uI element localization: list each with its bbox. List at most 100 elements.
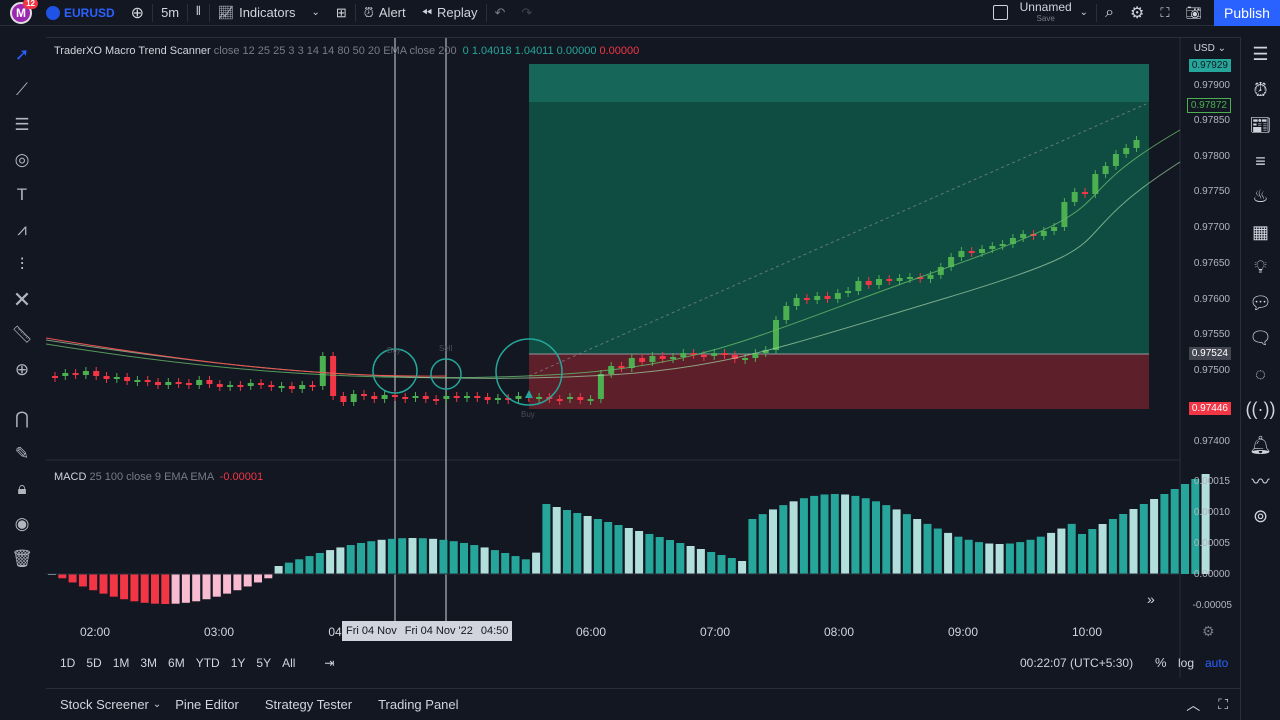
alerts-clock-icon[interactable]: ⏰︎ [1247,73,1275,109]
collapse-panel-icon[interactable]: ︿ [1186,695,1200,715]
snapshot-button[interactable]: 📷︎ [1177,0,1210,26]
chevron-down-icon[interactable]: ⌄ [153,699,161,710]
clock-timezone[interactable]: 00:22:07 (UTC+5:30) [1020,656,1133,670]
alert-button[interactable]: ⏰︎ Alert [356,0,414,26]
log-toggle[interactable]: log [1178,656,1194,670]
redo-button[interactable]: ↷ [513,0,540,26]
candle-body [979,249,985,253]
indicators-button[interactable]: 📈︎ Indicators [210,0,304,26]
tab-trading-panel[interactable]: Trading Panel [378,697,458,712]
user-avatar[interactable]: M 12 [10,0,38,24]
macd-histogram-bar [1047,532,1056,574]
macd-histogram-bar [841,494,850,574]
streams-icon[interactable]: ((·)) [1246,392,1276,428]
macd-histogram-bar [635,531,644,574]
macd-histogram-bar [408,538,417,574]
draw-mode-icon[interactable]: ✎ [8,436,36,471]
chart-area[interactable]: TraderXO Macro Trend Scanner close 12 25… [46,37,1240,678]
magnet-icon[interactable]: ⋂ [8,401,36,436]
tab-pine-editor[interactable]: Pine Editor [175,697,239,712]
trend-chart-icon[interactable]: 〰 [1247,463,1275,499]
chart-canvas[interactable] [46,38,1240,678]
news-icon[interactable]: 📰︎ [1247,108,1275,144]
messages-icon[interactable]: 🗨︎ [1247,321,1275,357]
signals-icon[interactable]: ◌ [1247,357,1275,393]
candle-body [958,251,965,257]
candle-body [886,279,893,281]
zoom-in-icon[interactable]: ⊕ [8,352,36,387]
maximize-panel-icon[interactable]: ⛶ [1218,696,1228,713]
auto-toggle[interactable]: auto [1205,656,1228,670]
candle-body [52,376,58,378]
search-button[interactable]: ⌕ [1097,0,1122,26]
close-icon[interactable]: ✕ [8,282,36,317]
signal-label: Buy [521,410,535,419]
range-6m[interactable]: 6M [168,656,185,670]
candle-body [649,356,656,362]
compare-add-button[interactable]: ⊕ [123,0,152,26]
calendar-icon[interactable]: ▦ [1247,215,1275,251]
range-5y[interactable]: 5Y [256,656,271,670]
macd-histogram-bar [367,541,376,574]
symbol-label: EURUSD [64,5,115,20]
ideas-bulb-icon[interactable]: 💡︎ [1247,250,1275,286]
watchlist-icon[interactable]: ☰ [1247,37,1275,73]
ruler-icon[interactable]: 📏︎ [8,317,36,352]
cursor-tool-icon[interactable]: ➚ [8,37,36,72]
hotlist-fire-icon[interactable]: ♨ [1247,179,1275,215]
axis-settings-gear-icon[interactable]: ⚙ [1202,623,1215,640]
data-window-icon[interactable]: ≡ [1247,144,1275,180]
trendline-tool-icon[interactable]: ⟋ [8,72,36,107]
candle-body [268,385,275,387]
currency-label[interactable]: USD ⌄ [1194,43,1226,54]
goto-date-icon[interactable]: ⇥ [324,656,334,670]
shapes-tool-icon[interactable]: ⩘ [8,212,36,247]
percent-toggle[interactable]: % [1155,655,1167,670]
undo-button[interactable]: ↶ [487,0,514,26]
time-axis-label: 02:00 [79,625,111,639]
range-all[interactable]: All [282,656,295,670]
fib-tool-icon[interactable]: ☰ [8,107,36,142]
indicators-icon: 📈︎ [217,4,235,20]
range-ytd[interactable]: YTD [196,656,220,670]
range-1y[interactable]: 1Y [231,656,246,670]
symbol-search-button[interactable]: EURUSD [38,0,123,26]
prediction-tool-icon[interactable]: ⫶ [8,247,36,282]
eye-icon[interactable]: ◉ [8,506,36,541]
candle-body [278,386,285,388]
price-tag-entry: 0.97524 [1188,347,1231,360]
replay-button[interactable]: ⏪︎ Replay [414,0,486,26]
macd-histogram-bar [1160,494,1169,574]
interval-button[interactable]: 5m [153,0,187,26]
tab-stock-screener[interactable]: Stock Screener [60,697,149,712]
macd-histogram-bar [902,514,911,574]
range-1m[interactable]: 1M [113,656,130,670]
range-5d[interactable]: 5D [86,656,101,670]
chats-icon[interactable]: 💬︎ [1247,286,1275,322]
range-3m[interactable]: 3M [140,656,157,670]
scroll-right-button[interactable]: » [1147,591,1155,607]
notifications-bell-icon[interactable]: 🔔︎ [1247,428,1275,464]
layout-select[interactable]: Unnamed Save ⌄ [985,0,1096,26]
chart-type-button[interactable]: 𝍪 [188,0,208,26]
layout-grid-button[interactable]: ⊞ [328,0,355,26]
candle-body [144,380,151,382]
candle-body [1061,202,1068,227]
macd-histogram-bar [161,574,170,604]
macd-legend[interactable]: MACD 25 100 close 9 EMA EMA -0.00001 [54,471,263,483]
pattern-tool-icon[interactable]: ◎ [8,142,36,177]
help-icon[interactable]: ⊚ [1247,499,1275,535]
tab-strategy-tester[interactable]: Strategy Tester [265,697,352,712]
fullscreen-button[interactable]: ⛶ [1152,0,1177,26]
date-range-bar: 1D 5D 1M 3M 6M YTD 1Y 5Y All ⇥ [46,650,345,676]
indicator-templates-dropdown[interactable]: ⌄ [303,0,327,26]
indicator-legend[interactable]: TraderXO Macro Trend Scanner close 12 25… [54,45,639,57]
trash-icon[interactable]: 🗑︎ [8,541,36,576]
settings-button[interactable]: ⚙ [1122,0,1152,26]
publish-button[interactable]: Publish [1214,0,1280,26]
text-tool-icon[interactable]: T [8,177,36,212]
candle-body [82,371,89,375]
lock-icon[interactable]: 🔒︎ [8,471,36,506]
candle-body [165,382,172,385]
range-1d[interactable]: 1D [60,656,75,670]
